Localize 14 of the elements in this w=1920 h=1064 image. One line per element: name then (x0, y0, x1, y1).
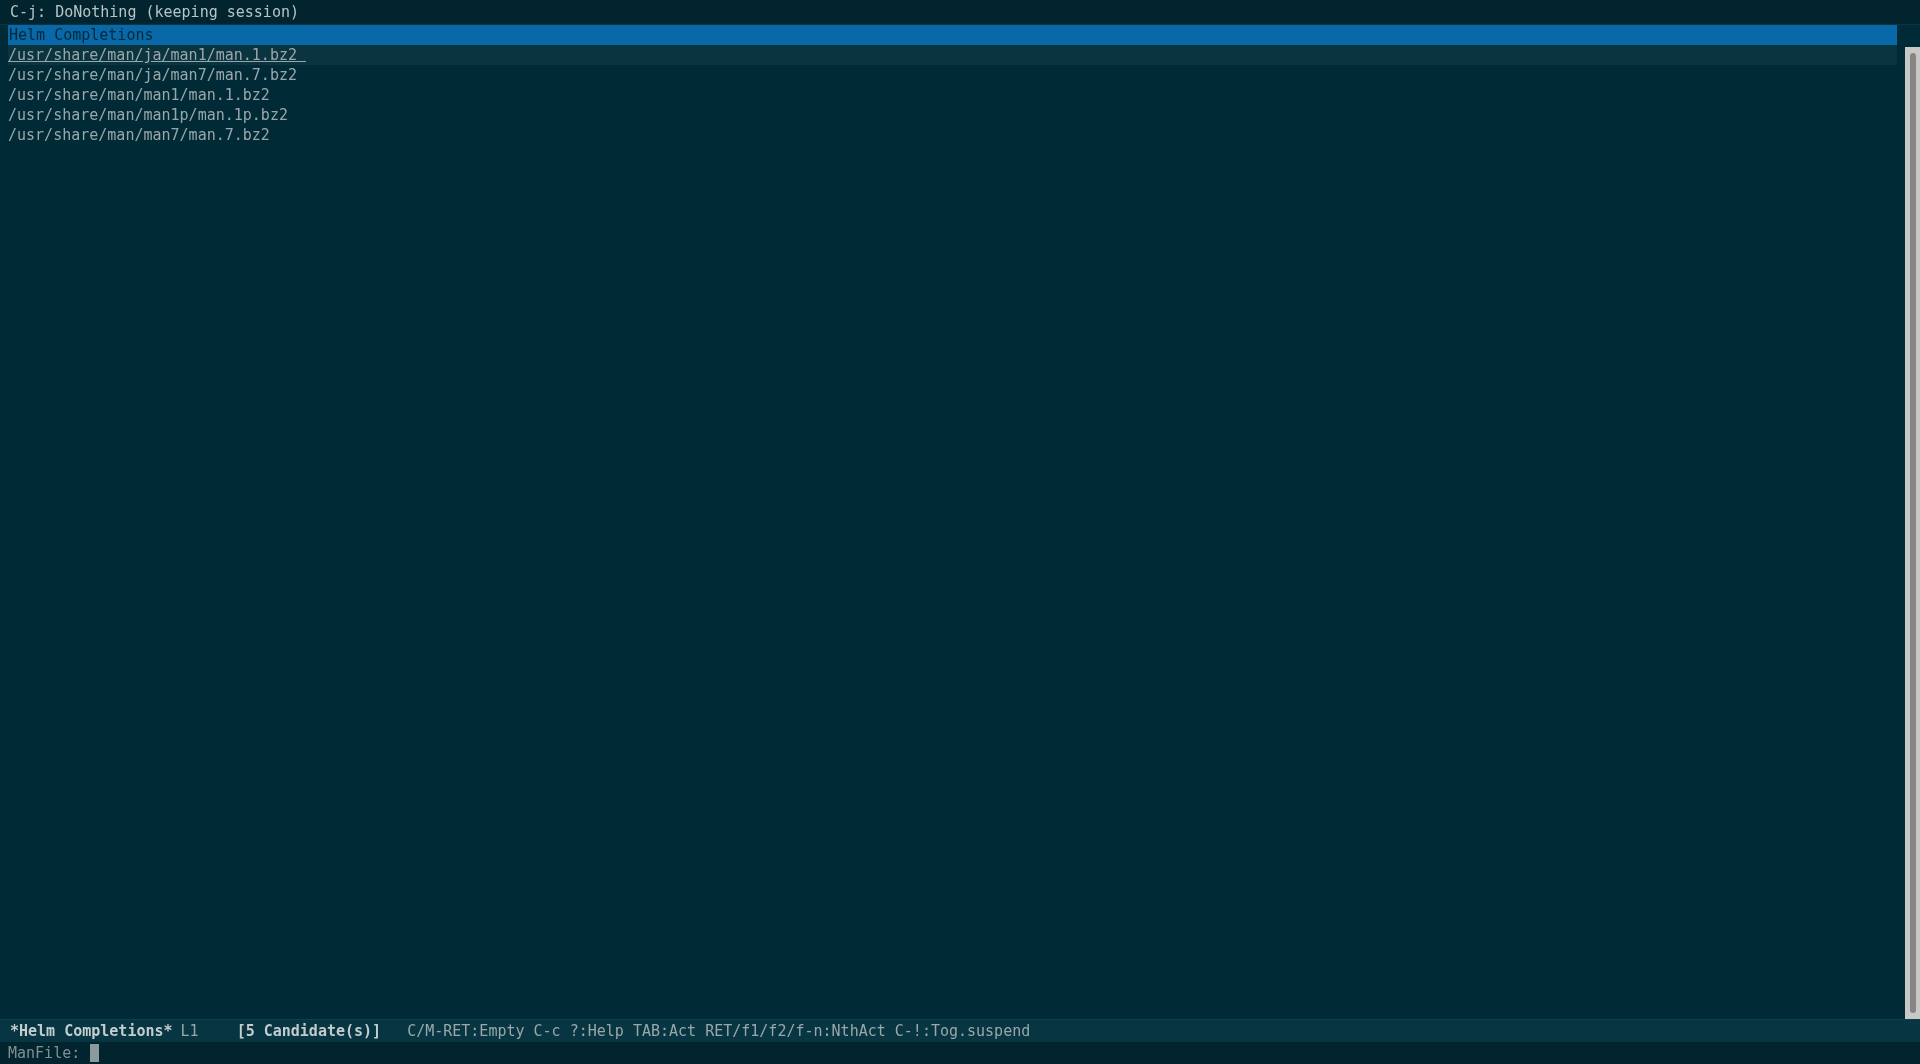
candidate-count: [5 Candidate(s)] (236, 1022, 382, 1040)
source-title: Helm Completions (8, 25, 1897, 45)
candidate-row[interactable]: /usr/share/man/ja/man1/man.1.bz2 (8, 45, 1897, 65)
scroll-thumb[interactable] (1909, 53, 1916, 1013)
candidate-row[interactable]: /usr/share/man/man1p/man.1p.bz2 (8, 105, 1897, 125)
line-number: L1 (180, 1022, 199, 1040)
minibuffer-prompt: ManFile: (8, 1044, 81, 1062)
text-cursor (90, 1044, 100, 1062)
candidate-row[interactable]: /usr/share/man/ja/man7/man.7.bz2 (8, 65, 1897, 85)
scrollbar[interactable] (1905, 47, 1920, 1019)
candidate-row[interactable]: /usr/share/man/man1/man.1.bz2 (8, 85, 1897, 105)
candidate-row[interactable]: /usr/share/man/man7/man.7.bz2 (8, 125, 1897, 145)
key-hints: C/M-RET:Empty C-c ?:Help TAB:Act RET/f1/f2/f-n:NthAct C-!:Tog.suspend (407, 1022, 1031, 1040)
buffer-name: *Helm Completions* (10, 1022, 173, 1040)
